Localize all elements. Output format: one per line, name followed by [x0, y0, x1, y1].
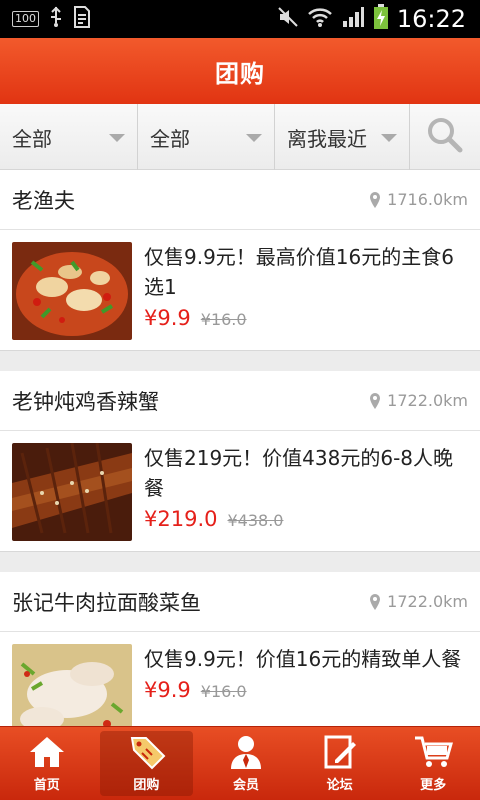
- distance-value: 1716.0km: [387, 190, 468, 209]
- nav-label: 会员: [232, 778, 259, 793]
- deal-list: 老渔夫 1716.0km 仅售9.9元！最高价值16元的主食6选1 ¥9.9 ¥…: [0, 170, 480, 726]
- nav-forum[interactable]: 论坛: [293, 727, 387, 800]
- nav-label: 首页: [33, 778, 60, 793]
- signal-icon: [341, 6, 365, 32]
- distance: 1722.0km: [369, 391, 468, 410]
- chevron-down-icon: [109, 134, 125, 142]
- nav-label: 团购: [133, 778, 160, 793]
- shop-name: 张记牛肉拉面酸菜鱼: [12, 590, 201, 615]
- area-filter[interactable]: 全部: [138, 104, 275, 170]
- deal-thumbnail: [12, 443, 132, 541]
- member-icon: [229, 734, 263, 770]
- deal-card[interactable]: 老渔夫 1716.0km 仅售9.9元！最高价值16元的主食6选1 ¥9.9 ¥…: [0, 170, 480, 351]
- shop-name: 老渔夫: [12, 188, 75, 213]
- shop-name: 老钟炖鸡香辣蟹: [12, 389, 159, 414]
- nav-home[interactable]: 首页: [0, 727, 94, 800]
- mute-icon: [277, 6, 299, 32]
- deal-price: ¥219.0: [144, 507, 218, 531]
- location-pin-icon: [370, 392, 381, 409]
- document-icon: [73, 6, 91, 32]
- nav-label: 更多: [420, 778, 447, 793]
- deal-card-body: 仅售219元！价值438元的6-8人晚餐 ¥219.0 ¥438.0: [0, 431, 480, 551]
- deal-card[interactable]: 张记牛肉拉面酸菜鱼 1722.0km 仅售9.9元！价值16元的精致单人餐 ¥9…: [0, 572, 480, 726]
- search-button[interactable]: [410, 104, 480, 170]
- deal-description: 仅售9.9元！最高价值16元的主食6选1: [144, 245, 454, 299]
- deal-price: ¥9.9: [144, 306, 191, 330]
- nav-member[interactable]: 会员: [199, 727, 293, 800]
- original-price: ¥16.0: [200, 310, 247, 329]
- deal-thumbnail: [12, 644, 132, 726]
- battery-charging-icon: [373, 4, 389, 34]
- area-filter-label: 全部: [150, 126, 190, 151]
- deal-description: 仅售9.9元！价值16元的精致单人餐: [144, 647, 462, 671]
- nav-more[interactable]: 更多: [386, 727, 480, 800]
- category-filter-label: 全部: [12, 126, 52, 151]
- deal-description: 仅售219元！价值438元的6-8人晚餐: [144, 446, 454, 500]
- forum-icon: [323, 734, 357, 770]
- app-root: 100 16:22 团购 全部 全部 离我最近 老渔夫 1716.0km 仅售9…: [0, 0, 480, 800]
- original-price: ¥16.0: [200, 682, 247, 701]
- sale-tag-icon: [126, 734, 166, 770]
- usb-icon: [49, 6, 63, 32]
- nav-groupbuy[interactable]: 团购: [99, 731, 194, 796]
- deal-card[interactable]: 老钟炖鸡香辣蟹 1722.0km 仅售219元！价值438元的6-8人晚餐 ¥2…: [0, 371, 480, 552]
- deal-thumbnail: [12, 242, 132, 340]
- page-title: 团购: [215, 59, 265, 88]
- deal-card-header: 老钟炖鸡香辣蟹 1722.0km: [0, 371, 480, 431]
- distance-value: 1722.0km: [387, 391, 468, 410]
- location-pin-icon: [370, 593, 381, 610]
- sort-filter-label: 离我最近: [287, 126, 367, 151]
- deal-card-header: 张记牛肉拉面酸菜鱼 1722.0km: [0, 572, 480, 632]
- distance: 1722.0km: [369, 592, 468, 611]
- chevron-down-icon: [381, 134, 397, 142]
- filter-bar: 全部 全部 离我最近: [0, 104, 480, 170]
- wifi-icon: [307, 6, 333, 32]
- deal-card-body: 仅售9.9元！价值16元的精致单人餐 ¥9.9 ¥16.0: [0, 632, 480, 726]
- nav-label: 论坛: [326, 778, 353, 793]
- deal-price: ¥9.9: [144, 678, 191, 702]
- app-header: 团购: [0, 38, 480, 104]
- category-filter[interactable]: 全部: [0, 104, 138, 170]
- bottom-nav: 首页 团购 会员 论坛 更多: [0, 726, 480, 800]
- distance-value: 1722.0km: [387, 592, 468, 611]
- search-icon: [426, 116, 464, 158]
- deal-card-body: 仅售9.9元！最高价值16元的主食6选1 ¥9.9 ¥16.0: [0, 230, 480, 350]
- home-icon: [28, 734, 66, 770]
- distance: 1716.0km: [369, 190, 468, 209]
- location-pin-icon: [370, 191, 381, 208]
- deal-card-header: 老渔夫 1716.0km: [0, 170, 480, 230]
- clock: 16:22: [396, 5, 466, 33]
- battery-percent-icon: 100: [12, 11, 39, 27]
- cart-icon: [413, 734, 454, 770]
- sort-filter[interactable]: 离我最近: [275, 104, 410, 170]
- original-price: ¥438.0: [227, 511, 284, 530]
- chevron-down-icon: [246, 134, 262, 142]
- status-bar: 100 16:22: [0, 0, 480, 38]
